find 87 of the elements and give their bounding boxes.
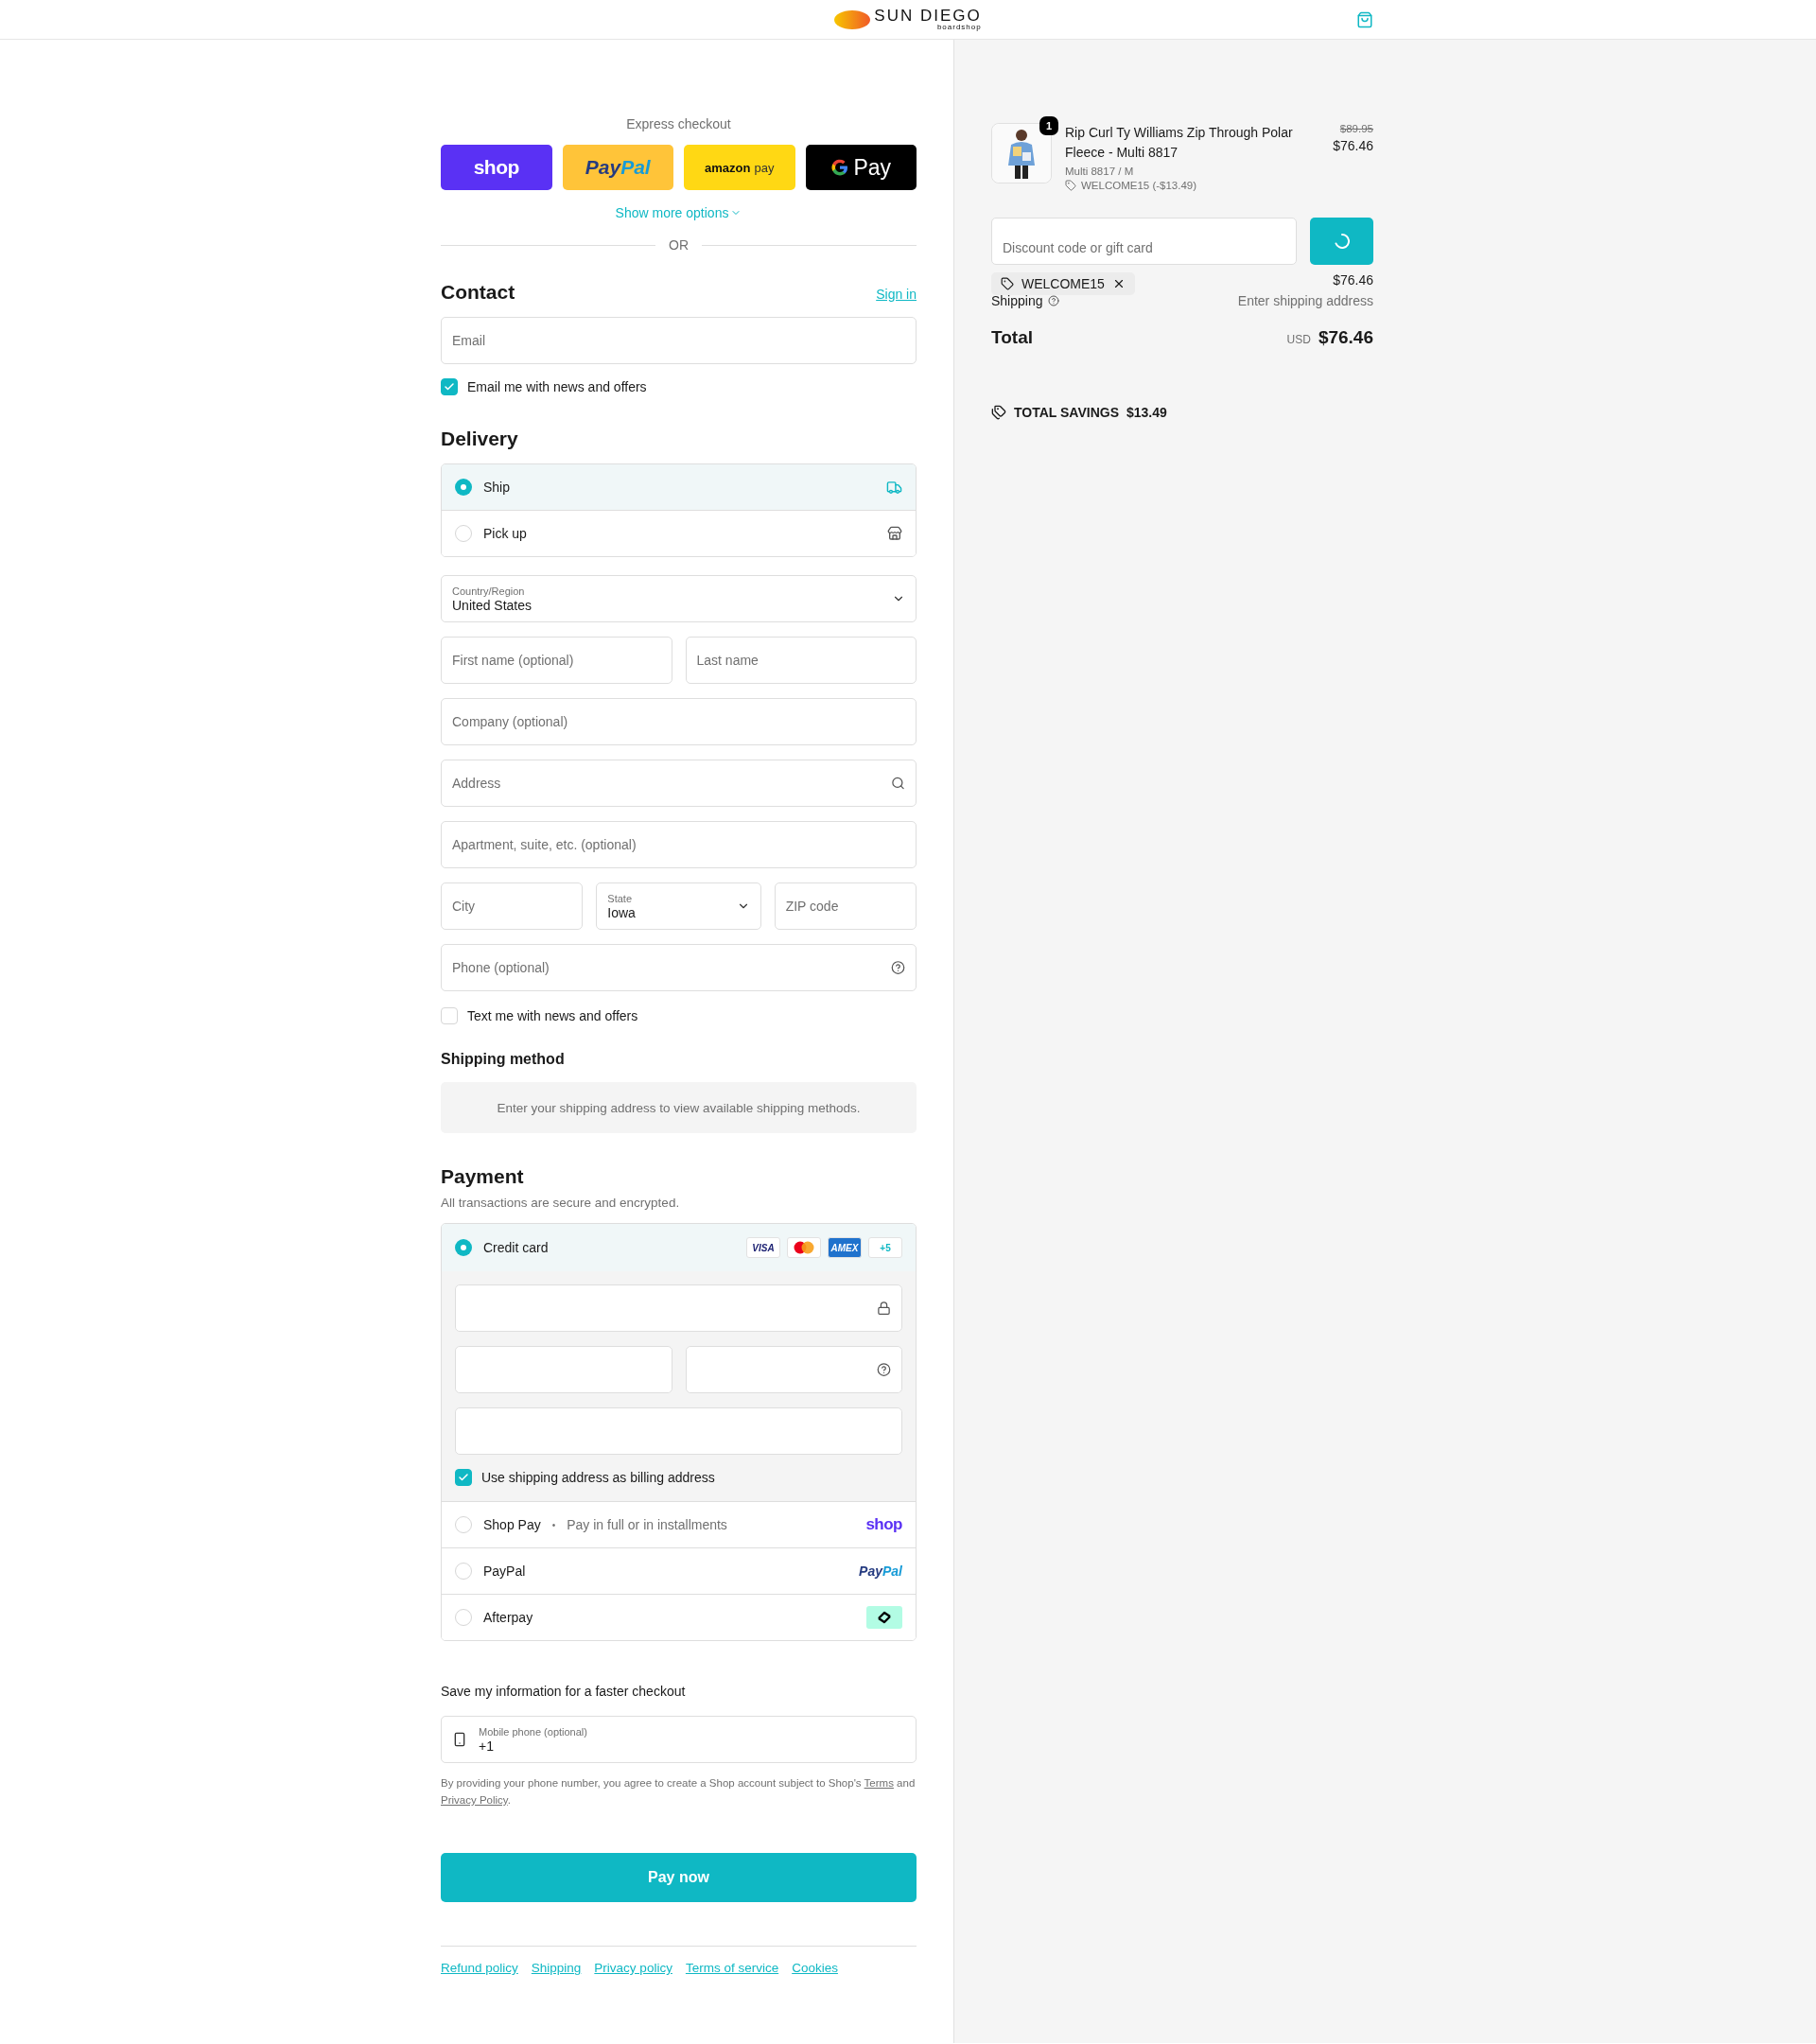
or-divider-label: OR	[669, 237, 689, 253]
section-subtitle: All transactions are secure and encrypted.	[441, 1196, 681, 1210]
input-field[interactable]: First name (optional)	[441, 637, 672, 684]
more-brands-badge: +5	[868, 1237, 902, 1258]
shipping-value: Enter shipping address	[1237, 293, 1373, 308]
save-info-title: Save my information for a faster checkout	[441, 1684, 687, 1699]
section-title: Shipping method	[441, 1051, 565, 1068]
g-logo-icon	[830, 158, 850, 177]
input-field[interactable]: ZIP code	[774, 882, 917, 930]
google-pay-button[interactable]: Pay	[805, 145, 917, 190]
input-field[interactable]	[685, 1346, 902, 1393]
cart-icon[interactable]	[1356, 10, 1373, 28]
subtotal-value: $76.46	[1333, 272, 1373, 288]
afterpay-icon	[866, 1606, 902, 1629]
select-field[interactable]: State Iowa	[596, 882, 761, 930]
phone-field[interactable]: Mobile phone (optional) +1	[441, 1716, 917, 1763]
compare-price: $89.95	[1339, 123, 1373, 134]
logo-tagline: boardshop	[936, 24, 982, 31]
terms-link[interactable]: Terms	[864, 1777, 894, 1789]
tag-icon	[1001, 277, 1014, 290]
store-icon	[887, 526, 902, 541]
help-icon	[891, 960, 905, 975]
mastercard-icon	[787, 1237, 821, 1258]
input-field[interactable]: Phone (optional)	[441, 944, 917, 991]
express-checkout-label: Express checkout	[625, 116, 732, 131]
amex-badge: AMEX	[828, 1237, 862, 1258]
lock-icon	[877, 1301, 891, 1316]
checkbox-label: Text me with news and offers	[467, 1008, 638, 1023]
checkbox-label: Use shipping address as billing address	[481, 1470, 715, 1485]
visa-badge: VISA	[746, 1237, 780, 1258]
separator-dot: •	[551, 1519, 556, 1530]
shop-logo: shop	[865, 1515, 902, 1534]
input-field[interactable]	[455, 1284, 902, 1332]
product-price: $76.46	[1333, 138, 1373, 153]
select-field[interactable]: Country/Region United States	[441, 575, 917, 622]
apply-button[interactable]	[1310, 218, 1373, 265]
input-field[interactable]: Email	[441, 317, 917, 364]
tag-icon	[1065, 180, 1076, 191]
checkbox-label: Email me with news and offers	[467, 379, 647, 394]
savings-value: $13.49	[1126, 405, 1167, 420]
truck-icon	[886, 479, 902, 496]
section-title: Contact	[441, 281, 515, 304]
payment-option[interactable]: Afterpay	[442, 1594, 916, 1640]
shipping-info-message: Enter your shipping address to view available shipping methods.	[441, 1082, 917, 1133]
method-note: Pay in full or in installments	[567, 1517, 727, 1532]
check-icon	[458, 1472, 469, 1483]
section-title: Delivery	[441, 428, 518, 450]
quantity-badge: 1	[1039, 116, 1058, 135]
discount-label: WELCOME15 (-$13.49)	[1081, 180, 1197, 191]
input-field[interactable]: City	[441, 882, 584, 930]
delivery-option[interactable]: Ship	[442, 464, 916, 511]
logo-badge-icon	[834, 9, 871, 29]
check-icon	[444, 381, 455, 393]
shop-pay-button[interactable]: shop	[441, 145, 552, 190]
delivery-option[interactable]: Pick up	[442, 510, 916, 556]
search-icon	[891, 776, 905, 791]
section-title: Payment	[441, 1165, 524, 1188]
input-field[interactable]: Apartment, suite, etc. (optional)	[441, 821, 917, 868]
privacy-policy-link[interactable]: Privacy Policy	[441, 1794, 508, 1806]
paypal-button[interactable]: PayPal	[562, 145, 673, 190]
input-field[interactable]: Last name	[685, 637, 917, 684]
product-variant: Multi 8817 / M	[1065, 166, 1135, 177]
total-value: $76.46	[1318, 327, 1373, 348]
spinner-icon	[1332, 232, 1352, 251]
checkbox[interactable]	[455, 1469, 472, 1486]
payment-option[interactable]: Credit card VISA AMEX +5	[442, 1224, 916, 1272]
total-label: Total	[991, 327, 1033, 348]
discount-field[interactable]: Discount code or gift card	[991, 218, 1297, 265]
input-field[interactable]: Company (optional)	[441, 698, 917, 745]
input-field[interactable]: Address	[441, 760, 917, 807]
help-icon	[877, 1362, 891, 1377]
currency-label: USD	[1286, 333, 1311, 346]
checkbox[interactable]	[441, 378, 458, 395]
shipping-label: Shipping	[991, 293, 1043, 308]
checkbox[interactable]	[441, 1007, 458, 1024]
help-icon	[1047, 295, 1059, 306]
amazon-pay-button[interactable]: amazon pay	[684, 145, 795, 190]
paypal-logo: PayPal	[859, 1564, 902, 1579]
product-title: Rip Curl Ty Williams Zip Through Polar Fleece - Multi 8817	[1065, 124, 1294, 162]
phone-icon	[452, 1732, 467, 1747]
logo-wordmark: SUN DIEGO	[874, 8, 982, 24]
savings-label: TOTAL SAVINGS	[1014, 405, 1119, 420]
discount-code-chip[interactable]: WELCOME15	[991, 272, 1135, 295]
input-field[interactable]	[455, 1346, 672, 1393]
disclaimer-text: By providing your phone number, you agree to create a Shop account subject to Shop's Terms and Privacy Policy.	[441, 1776, 917, 1808]
tags-icon	[991, 405, 1006, 420]
input-field[interactable]	[455, 1407, 902, 1455]
